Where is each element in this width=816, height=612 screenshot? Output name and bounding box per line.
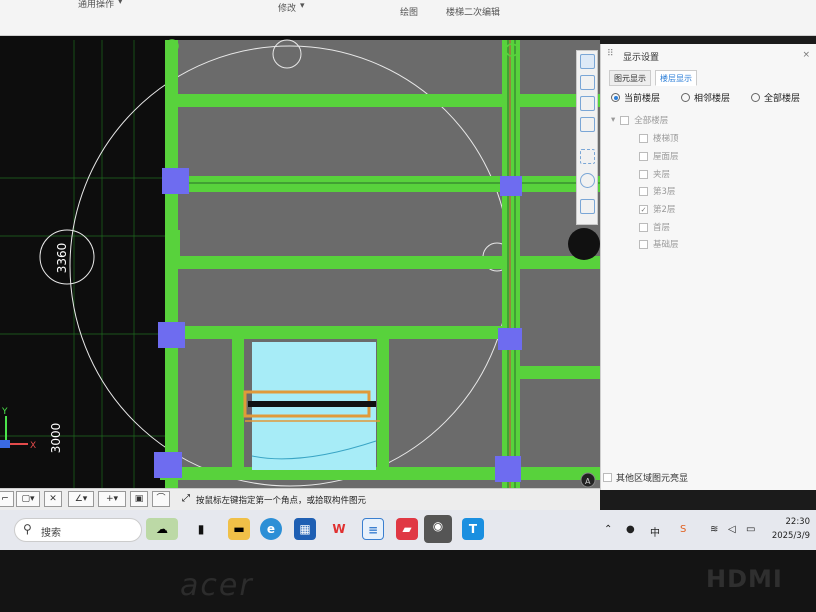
angle-snap-button[interactable]: ∠▾ <box>68 491 94 507</box>
wps-icon[interactable]: W <box>328 518 350 540</box>
view-rotate-icon[interactable] <box>580 54 595 69</box>
file-explorer-icon[interactable]: ▬ <box>228 518 250 540</box>
battery-icon[interactable]: ▭ <box>746 524 755 535</box>
floor-item[interactable]: 夹层 <box>639 168 670 180</box>
ime-indicator[interactable]: 中 <box>650 524 660 539</box>
wifi-icon[interactable]: ≋ <box>710 524 718 535</box>
orbit-icon[interactable] <box>580 173 595 188</box>
dimension-3360: 3360 <box>55 243 69 274</box>
view-cube-front-icon[interactable] <box>580 96 595 111</box>
tab-element-display[interactable]: 图元显示 <box>609 70 651 86</box>
floor-item[interactable]: 屋面层 <box>639 150 679 162</box>
edge-icon[interactable]: e <box>260 518 282 540</box>
ribbon-toolbar: 通用操作 ▾ 修改 ▾ 绘图 楼梯二次编辑 <box>0 0 816 36</box>
view-toolbar <box>576 50 598 225</box>
floor-item-checked[interactable]: ✓ 第2层 <box>639 203 675 215</box>
status-bar: ⌐ ▢▾ ✕ ∠▾ +▾ ▣ ⌒ ⤢ 按鼠标左键指定第一个角点，或拾取构件图元 <box>0 488 600 510</box>
display-settings-icon[interactable] <box>580 199 595 214</box>
volume-icon[interactable]: ◁ <box>728 524 736 535</box>
chevron-down-icon[interactable]: ▾ <box>300 1 305 11</box>
cloud-sync-icon[interactable]: S <box>680 524 686 535</box>
chevron-down-icon[interactable]: ▾ <box>611 115 615 125</box>
acer-logo: acer <box>180 568 254 603</box>
widget-icon[interactable]: ☁ <box>146 518 178 540</box>
notes-icon[interactable]: ≡ <box>362 518 384 540</box>
cad-canvas[interactable]: 3360 3000 Y X A <box>0 36 600 488</box>
task-view-icon[interactable]: ▮ <box>190 518 212 540</box>
radio-all-floors[interactable]: 全部楼层 <box>751 91 800 104</box>
svg-text:Y: Y <box>1 407 8 417</box>
chevron-up-icon[interactable]: ⌃ <box>604 524 612 535</box>
floor-item[interactable]: 首层 <box>639 221 670 233</box>
select-mode-button[interactable]: ▢▾ <box>16 491 40 507</box>
view-cube-top-icon[interactable] <box>580 75 595 90</box>
close-icon[interactable]: × <box>802 50 810 60</box>
ribbon-group-common[interactable]: 通用操作 <box>78 0 114 10</box>
floor-item[interactable]: 楼梯顶 <box>639 132 679 144</box>
view-cube-3d-icon[interactable] <box>580 117 595 132</box>
corner-badge: A <box>585 477 591 486</box>
arc-button[interactable]: ⌒ <box>152 491 170 507</box>
drag-handle-icon[interactable]: ⠿ <box>607 49 614 59</box>
radio-adjacent-floor[interactable]: 相邻楼层 <box>681 91 730 104</box>
search-input[interactable]: ⚲ 搜索 <box>14 518 142 542</box>
penguin-icon[interactable]: ● <box>626 524 635 535</box>
snap-button[interactable]: ⌐ <box>0 491 14 507</box>
status-hint: 按鼠标左键指定第一个角点，或拾取构件图元 <box>196 496 367 506</box>
chevron-down-icon[interactable]: ▾ <box>118 0 123 7</box>
layer-button[interactable]: ▣ <box>130 491 148 507</box>
hdmi-logo: HDMI <box>706 565 783 593</box>
radio-current-floor[interactable]: 当前楼层 <box>611 91 660 104</box>
cloud-app-icon[interactable]: T <box>462 518 484 540</box>
ribbon-group-stair-edit[interactable]: 楼梯二次编辑 <box>446 5 500 18</box>
tab-floor-display[interactable]: 楼层显示 <box>655 70 697 86</box>
taskbar: ⚲ 搜索 ☁ ▮ ▬ e ▦ W ≡ ▰ ◉ T ⌃ ● 中 S ≋ ◁ ▭ 2… <box>0 510 816 550</box>
monitor-screen: 通用操作 ▾ 修改 ▾ 绘图 楼梯二次编辑 3360 3000 Y X A ⠿ … <box>0 0 816 550</box>
floor-item[interactable]: 基础层 <box>639 238 679 250</box>
panel-title: 显示设置 <box>623 53 660 63</box>
ortho-button[interactable]: +▾ <box>98 491 126 507</box>
display-settings-panel: ⠿ 显示设置 × 图元显示 楼层显示 当前楼层 相邻楼层 全部楼层 ▾ 全部楼层 … <box>600 44 816 490</box>
dimension-3000: 3000 <box>49 423 63 454</box>
reader-icon[interactable]: ▰ <box>396 518 418 540</box>
cross-select-button[interactable]: ✕ <box>44 491 62 507</box>
ribbon-group-modify[interactable]: 修改 <box>278 1 296 14</box>
ribbon-group-draw[interactable]: 绘图 <box>400 5 418 18</box>
tree-root-all-floors[interactable]: ▾ 全部楼层 <box>611 114 668 126</box>
svg-text:X: X <box>30 441 36 451</box>
pointer-icon: ⤢ <box>182 493 190 504</box>
search-icon: ⚲ <box>23 522 32 536</box>
store-icon[interactable]: ▦ <box>294 518 316 540</box>
highlight-other-area-checkbox[interactable]: 其他区域图元亮显 <box>603 471 688 484</box>
clock[interactable]: 22:30 2025/3/9 <box>772 515 810 543</box>
zoom-window-icon[interactable] <box>580 149 595 164</box>
floor-item[interactable]: 第3层 <box>639 185 675 197</box>
glodon-app-icon[interactable]: ◉ <box>424 515 452 543</box>
